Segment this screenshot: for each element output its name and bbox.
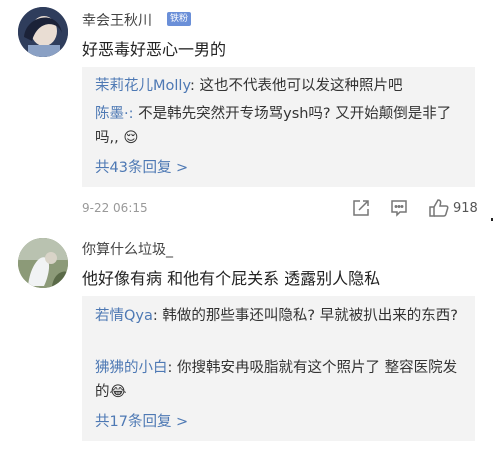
reply-text: : 韩做的那些事还叫隐私? 早就被扒出来的东西? [152, 308, 458, 324]
emoji: 😂 [109, 384, 127, 400]
username[interactable]: 你算什么垃圾_ [82, 239, 173, 259]
reply-text: : 这也不代表他可以发这种照片吧 [189, 78, 403, 94]
reply-username[interactable]: 狒狒的小白 [95, 360, 168, 376]
username[interactable]: 幸会王秋川 [82, 10, 152, 30]
reply-item[interactable]: 若情Qya: 韩做的那些事还叫隐私? 早就被扒出来的东西? [95, 304, 467, 328]
like-count: 918 [453, 201, 478, 216]
share-icon[interactable] [351, 198, 371, 222]
avatar[interactable] [18, 7, 68, 57]
reply-item[interactable]: 茉莉花儿Molly: 这也不代表他可以发这种照片吧 [95, 74, 467, 98]
fan-badge: 铁粉 [167, 12, 192, 26]
reply-username[interactable]: 茉莉花儿Molly [95, 78, 190, 94]
avatar[interactable] [18, 238, 68, 288]
reply-text: 不是韩先突然开专场骂ysh吗? 又开始颠倒是非了吗,, [95, 106, 452, 146]
comment-text: 好恶毒好恶心一男的 [82, 40, 227, 59]
like-icon[interactable] [428, 198, 450, 222]
reply-box: 茉莉花儿Molly: 这也不代表他可以发这种照片吧 陈墨·: 不是韩先突然开专场… [82, 67, 475, 187]
reply-username[interactable]: 陈墨·: [95, 106, 134, 122]
reply-username[interactable]: 若情Qya [95, 308, 153, 324]
comment-icon[interactable] [389, 198, 409, 222]
more-replies-link[interactable]: 共17条回复 > [95, 410, 188, 431]
comment-text: 他好像有病 和他有个屁关系 透露别人隐私 [82, 269, 381, 288]
emoji: 😌 [123, 130, 139, 146]
more-replies-link[interactable]: 共43条回复 > [95, 156, 188, 177]
reply-box: 若情Qya: 韩做的那些事还叫隐私? 早就被扒出来的东西? 狒狒的小白: 你搜韩… [82, 296, 475, 441]
reply-item[interactable]: 陈墨·: 不是韩先突然开专场骂ysh吗? 又开始颠倒是非了吗,, 😌 [95, 102, 467, 150]
reply-item[interactable]: 狒狒的小白: 你搜韩安冉吸脂就有这个照片了 整容医院发的😂 [95, 356, 467, 404]
timestamp: 9-22 06:15 [82, 201, 148, 215]
